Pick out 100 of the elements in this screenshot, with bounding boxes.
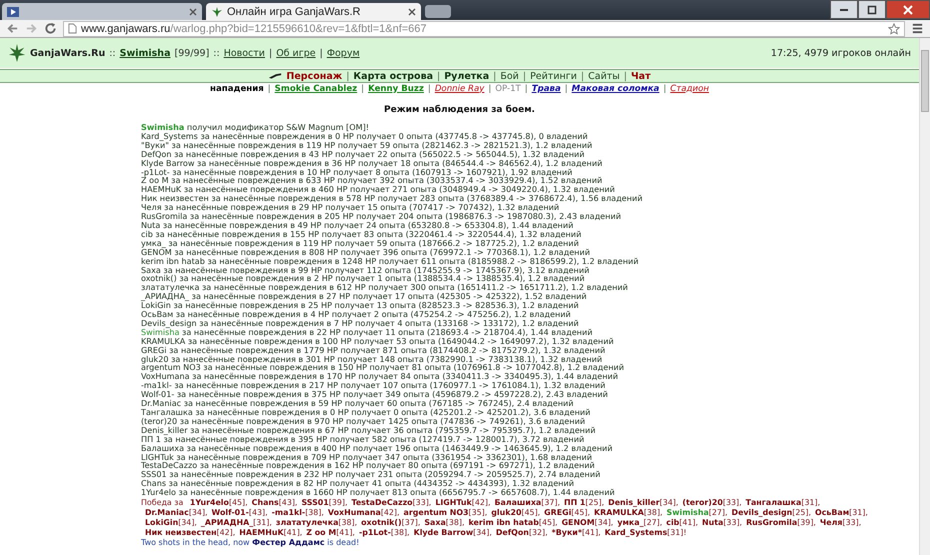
separator-text: | — [320, 48, 323, 58]
log-line: Wolf-01- за нанесённые повреждения в 375 HP получает 349 опыта (4596879.2 -> 4597228.2), 2.43 владений — [141, 390, 609, 400]
header-link[interactable]: Новости — [224, 48, 265, 58]
separator-text: | — [493, 70, 496, 82]
log-line: _АРИАДНА_ за нанесённые повреждения в 27 HP получает 17 опыта (425305 -> 425322), 1.52 владений — [141, 292, 587, 302]
separator-text: | — [346, 70, 350, 82]
location-link[interactable]: нападения — [210, 84, 264, 94]
gun-icon — [268, 72, 282, 80]
log-line: LIGHTuk за нанесённые повреждения в 709 HP получает 347 опыта (3361954 -> 3362301), 1.68 владений — [141, 452, 592, 462]
log-line: Chans за нанесённые повреждения в 82 HP получает 41 опыта (4434352 -> 4434393), 1.32 владений — [141, 479, 574, 488]
log-line: Dr.Maniac за нанесённые повреждения в 59 HP получает 60 опыта (767185 -> 767245), 2.4 владений — [141, 399, 574, 408]
minimize-icon — [840, 8, 848, 10]
nav-link[interactable]: Персонаж — [286, 70, 342, 82]
separator-text: | — [269, 48, 272, 58]
log-line: DefQon за нанесённые повреждения в 43 HP получает 22 опыта (565022.5 -> 565044.5), 1.32 владений — [141, 150, 585, 159]
log-line: SSS01 за нанесённые повреждения в 232 HP получает 231 опыта (2059294.7 -> 2059525.7), 2.74 владений — [141, 470, 602, 480]
log-line: Балашиха за нанесённые повреждения в 400 HP получает 196 опыта (1463449.9 -> 1463645.9), 1.2 владений — [141, 444, 614, 453]
log-line: Ник неизвестен за нанесённые повреждения в 578 HP получает 283 опыта (3768389.4 -> 3768672.4), 1.56 владений — [141, 194, 644, 204]
reload-icon[interactable] — [44, 22, 57, 35]
log-line: (teror)20 за нанесённые повреждения в 970 HP получает 1425 опыта (747836 -> 749261), 3.6 владений — [141, 416, 586, 426]
location-link[interactable]: Трава — [532, 84, 561, 94]
close-icon[interactable] — [408, 8, 416, 16]
location-link[interactable]: OP-1T — [495, 84, 521, 94]
log-line: Swimisha за нанесённые повреждения в 22 HP получает 11 опыта (218693.4 -> 218704.4), 1.44 владений — [141, 328, 594, 337]
location-link[interactable]: Маковая соломка — [572, 84, 660, 94]
close-button[interactable] — [886, 0, 930, 19]
user-link[interactable]: Swimisha — [120, 48, 170, 58]
separator-text: | — [268, 84, 271, 94]
nav-link[interactable]: Рулетка — [444, 70, 490, 82]
address-field[interactable]: www.ganjawars.ru/warlog.php?bid=1215596610&rev=1&fbtl=1&nf=667 — [63, 20, 905, 36]
log-line: cib за нанесённые повреждения в 155 HP получает 83 опыта (3220461.4 -> 3220544.4), 1.32 владений — [141, 230, 582, 239]
log-line: Denis_killer за нанесённые повреждения в 67 HP получает 36 опыта (795359.7 -> 795395.7), 1.2 владений — [141, 426, 596, 435]
death-message: Two shots in the head, now Фестер Аддамс is dead! — [141, 538, 360, 548]
browser-tab[interactable]: Онлайн игра GanjaWars.R — [206, 3, 421, 20]
log-line: RusGromila за нанесённые повреждения в 205 HP получает 204 опыта (1986876.3 -> 1987080.3), 2.43 владений — [141, 212, 622, 221]
separator-text: | — [624, 70, 627, 82]
maximize-icon — [867, 4, 877, 14]
log-line: ПП 1 за нанесённые повреждения в 395 HP получает 582 опыта (127419.7 -> 128001.7), 3.72 владений — [141, 434, 584, 444]
log-line: -p1Lot- за нанесённые повреждения в 10 HP получает 8 опыта (1607913 -> 1607921), 1.92 владений — [141, 168, 572, 176]
close-icon[interactable] — [189, 8, 197, 16]
log-line: Nuta за нанесённые повреждения в 49 HP получает 24 опыта (653280.8 -> 653304.8), 1.44 владений — [141, 220, 574, 230]
log-line: Klyde Barrow за нанесённые повреждения в 36 HP получает 18 опыта (846544.4 -> 846562.4), 1.2 владений — [141, 158, 604, 168]
nav-link[interactable]: Карта острова — [353, 70, 434, 82]
log-line: GREGi за нанесённые повреждения в 1779 HP получает 871 опыта (8174408.2 -> 8175279.2), 1.32 владений — [141, 346, 606, 355]
separator-text: :: — [109, 48, 116, 58]
browser-tab[interactable] — [2, 3, 202, 20]
site-name[interactable]: GanjaWars.Ru — [30, 48, 106, 58]
log-line: Челя за нанесённые повреждения в 29 HP получает 15 опыта (707417 -> 707432), 1.32 владений — [141, 203, 560, 212]
nav-link[interactable]: Бой — [500, 70, 519, 82]
log-line: Z oo M за нанесённые повреждения в 633 HP получает 392 опыта (3033537.4 -> 3033929.4), 1.52 владений — [141, 176, 604, 186]
separator-text: | — [564, 84, 568, 94]
separator-text: | — [580, 70, 584, 82]
scrollbar[interactable] — [919, 38, 930, 555]
log-line: Saxa за нанесённые повреждения в 99 HP получает 112 опыта (1745255.9 -> 1745367.9), 3.12 владений — [141, 266, 590, 274]
log-line: KRAMULKA за нанесённые повреждения в 100 HP получает 53 опыта (1649044.2 -> 1649097.2), 1.32 владений — [141, 336, 615, 346]
log-line: 1Yur4elo за нанесённые повреждения в 1660 HP получает 813 опыта (6656795.7 -> 6657608.7), 1.44 владений — [141, 488, 616, 498]
tab-title: Онлайн игра GanjaWars.R — [227, 6, 362, 18]
header-link[interactable]: Об игре — [276, 48, 316, 58]
log-line: умка_ за нанесённые повреждения в 119 HP получает 59 опыта (187666.2 -> 187725.2), 1.2 владений — [141, 238, 579, 248]
nav-link[interactable]: Рейтинги — [530, 70, 577, 82]
menu-icon[interactable] — [911, 22, 924, 35]
separator-text: :: — [213, 48, 220, 58]
log-line: Swimisha получил модификатор S&W Magnum [OM]! — [141, 123, 370, 132]
maximize-button[interactable] — [858, 0, 886, 19]
new-tab-button[interactable] — [425, 5, 451, 18]
log-line: TestaDeCazzo за нанесённые повреждения в 162 HP получает 80 опыта (697191 -> 697271), 1.2 владений — [141, 461, 596, 470]
nav-link[interactable]: Чат — [630, 70, 651, 82]
log-line: ОсьВам за нанесённые повреждения в 4 HP получает 2 опыта (475254.2 -> 475256.2), 1.2 владений — [141, 310, 571, 319]
leaf-icon — [211, 6, 223, 18]
page-title: Режим наблюдения за боем. — [383, 105, 536, 117]
close-icon — [903, 4, 913, 14]
log-line: Тангалашка за нанесённые повреждения в 0 HP получает 0 опыта (425201.2 -> 425201.2), 3.6 владений — [141, 408, 592, 417]
separator-text: | — [361, 84, 364, 94]
log-line: злататулечка за нанесённые повреждения в 612 HP получает 300 опыта (1651411.2 -> 1651711.2), 1.2 владений — [141, 283, 629, 292]
url-text: www.ganjawars.ru/warlog.php?bid=1215596610&rev=1&fbtl=1&nf=667 — [81, 22, 427, 34]
separator-text: | — [428, 84, 431, 94]
log-line: LokiGin за нанесённые повреждения в 25 HP получает 13 опыта (828523.3 -> 828536.3), 1.2 владений — [141, 301, 579, 310]
minimize-button[interactable] — [830, 0, 858, 19]
log-line: HAEMHuK за нанесённые повреждения в 460 HP получает 271 опыта (3048949.4 -> 3049220.4), 1.32 владений — [141, 185, 616, 194]
separator-text: | — [488, 84, 492, 94]
log-line: "Вуки" за нанесённые повреждения в 119 HP получает 59 опыта (2821462.3 -> 2821521.3), 1.2 владений — [141, 140, 594, 150]
log-line: kerim ibn hatab за нанесённые повреждения в 1248 HP получает 611 опыта (8185988.2 -> 8186599.2), 1.2 владений — [141, 256, 640, 266]
separator-text: | — [524, 84, 528, 94]
separator-text: | — [663, 84, 666, 94]
log-line: argentum NO3 за нанесённые повреждения в 150 HP получает 81 опыта (1076961.8 -> 1077042.8), 1.2 владений — [141, 363, 626, 372]
log-line: Devils_design за нанесённые повреждения в 7 HP получает 4 опыта (133168 -> 133172), 1.2 владений — [141, 318, 580, 328]
location-link[interactable]: Kenny Buzz — [368, 84, 424, 94]
page-icon — [68, 23, 77, 34]
location-link[interactable]: Стадион — [670, 84, 709, 94]
online-status: 17:25, 4979 игроков онлайн — [770, 48, 911, 58]
log-line: VoxHumana за нанесённые повреждения в 170 HP получает 84 опыта (3340411.3 -> 3340495.3), 1.44 владений — [141, 372, 618, 382]
nav-link[interactable]: Сайты — [588, 70, 620, 82]
star-icon[interactable] — [888, 22, 900, 34]
separator-text: | — [437, 70, 440, 82]
back-icon[interactable] — [6, 22, 19, 35]
location-link[interactable]: Smokie Canablez — [274, 84, 358, 94]
header-link[interactable]: Форум — [326, 48, 360, 58]
log-line: gluk20 за нанесённые повреждения в 301 HP получает 148 опыта (7382990.1 -> 7383138.1), 1.32 владений — [141, 354, 602, 364]
hp-text: [99/99] — [174, 48, 210, 58]
location-link[interactable]: Donnie Ray — [434, 84, 484, 94]
